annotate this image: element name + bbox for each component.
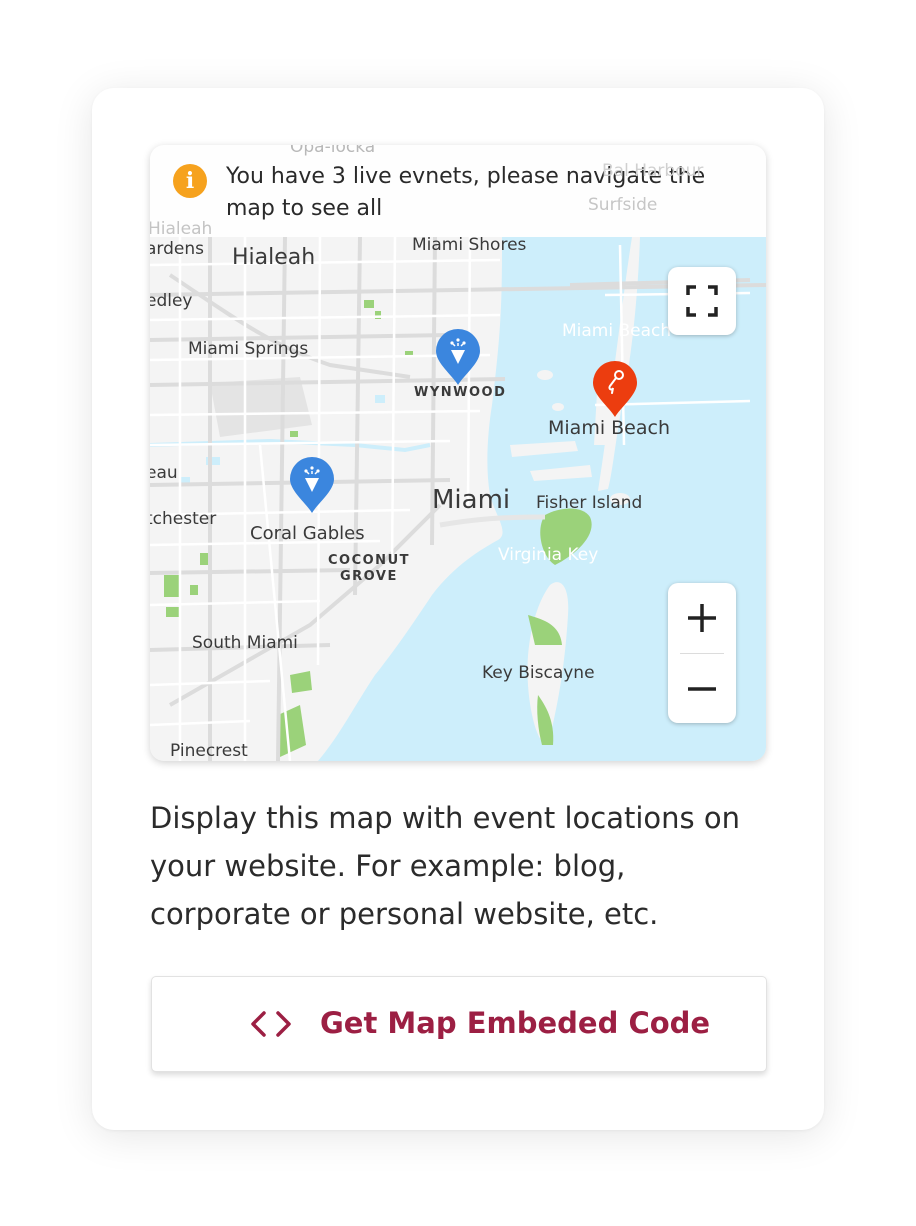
map-label-coconut-grove-1: COCONUT bbox=[328, 553, 410, 568]
map-label-coconut-grove-2: GROVE bbox=[340, 569, 398, 584]
map-description: Display this map with event locations on… bbox=[150, 801, 740, 931]
map-label-bal-harbour: Bal Harbour bbox=[602, 161, 704, 181]
minus-icon bbox=[688, 686, 716, 691]
live-events-notice: i You have 3 live evnets, please navigat… bbox=[150, 145, 766, 237]
get-embed-code-label: Get Map Embeded Code bbox=[320, 1006, 711, 1040]
map-label-hialeah-gardens: Hialeah bbox=[150, 219, 213, 239]
event-map[interactable]: i You have 3 live evnets, please navigat… bbox=[150, 145, 766, 761]
map-label-key-biscayne: Key Biscayne bbox=[482, 663, 595, 683]
zoom-in-button[interactable] bbox=[668, 583, 736, 652]
map-label-fisher-island: Fisher Island bbox=[536, 493, 643, 513]
wynwood-event-marker[interactable] bbox=[434, 328, 482, 386]
map-label-medley: edley bbox=[150, 291, 193, 311]
fullscreen-icon bbox=[686, 285, 718, 317]
map-label-westchester: tchester bbox=[150, 509, 217, 529]
map-label-pinecrest: Pinecrest bbox=[170, 741, 248, 761]
info-icon: i bbox=[173, 164, 207, 198]
map-label-miami-springs: Miami Springs bbox=[188, 339, 309, 359]
map-label-hialeah-gardens-2: ardens bbox=[150, 239, 204, 259]
fullscreen-button[interactable] bbox=[668, 267, 736, 335]
map-label-hialeah: Hialeah bbox=[232, 245, 316, 270]
zoom-out-button[interactable] bbox=[668, 654, 736, 723]
plus-icon bbox=[688, 603, 716, 632]
map-label-miami-beach-top: Miami Beach bbox=[562, 321, 672, 341]
map-label-opa-locka: Opa-locka bbox=[290, 145, 376, 157]
miami-beach-event-marker[interactable] bbox=[591, 360, 639, 418]
get-embed-code-button[interactable]: Get Map Embeded Code bbox=[151, 976, 767, 1072]
map-label-surfside: Surfside bbox=[588, 195, 658, 215]
map-label-coral-gables: Coral Gables bbox=[250, 523, 365, 544]
embed-map-card: i You have 3 live evnets, please navigat… bbox=[92, 88, 824, 1130]
map-label-sweetwater: eau bbox=[150, 463, 178, 483]
map-label-virginia-key: Virginia Key bbox=[498, 545, 599, 565]
map-label-south-miami: South Miami bbox=[192, 633, 298, 653]
coral-gables-event-marker[interactable] bbox=[288, 456, 336, 514]
code-icon bbox=[251, 1011, 291, 1037]
map-label-miami: Miami bbox=[432, 485, 511, 515]
map-label-miami-shores: Miami Shores bbox=[412, 235, 527, 255]
map-label-wynwood: WYNWOOD bbox=[414, 385, 507, 400]
zoom-controls bbox=[668, 583, 736, 723]
map-label-miami-beach: Miami Beach bbox=[548, 417, 670, 439]
